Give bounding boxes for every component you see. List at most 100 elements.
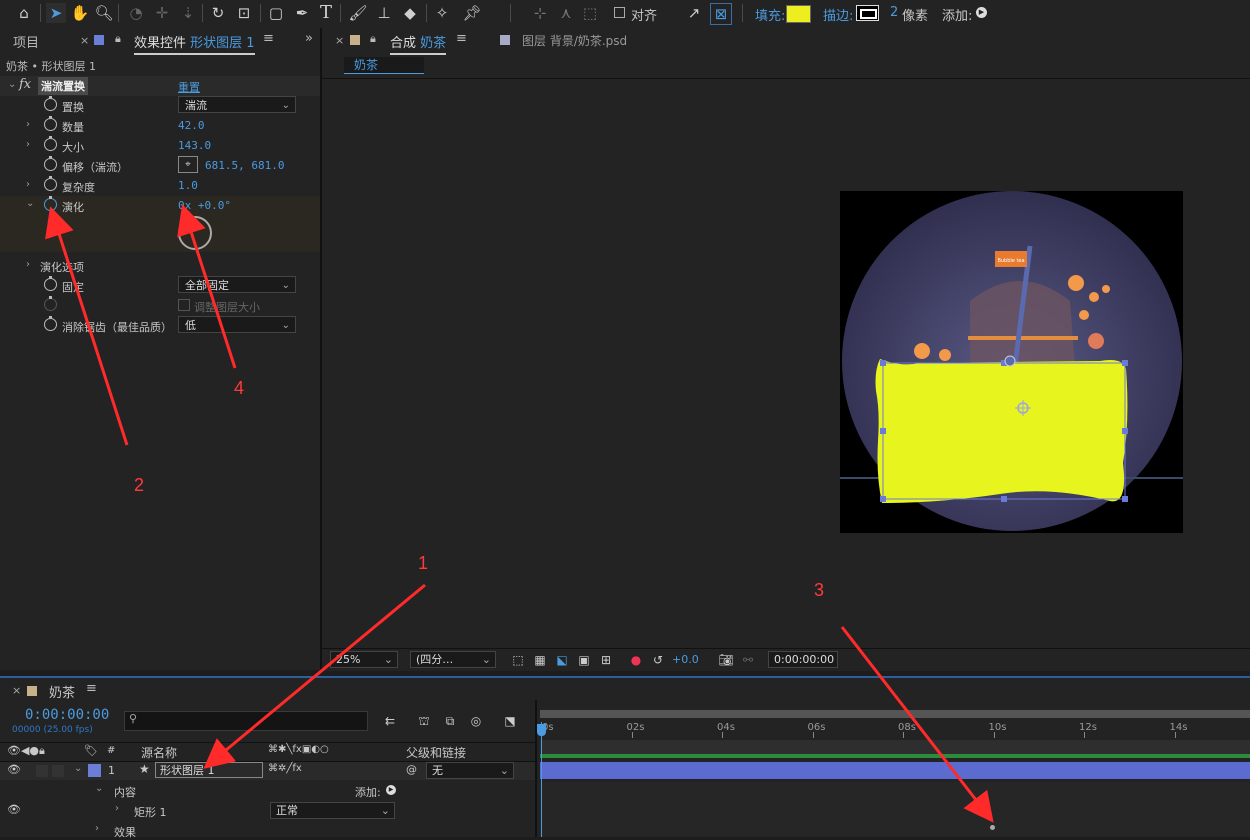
contents-row[interactable]: ⌄ 内容 添加: ▶ bbox=[0, 782, 535, 800]
dolly-camera-icon[interactable]: ⇣ bbox=[178, 3, 198, 23]
tab-effect-controls[interactable]: 效果控件 形状图层 1 bbox=[134, 32, 255, 55]
fast-previews-icon[interactable]: ⬚ bbox=[510, 653, 526, 667]
parent-dropdown[interactable]: 无 ⌄ bbox=[426, 762, 514, 779]
expand-chevron-icon[interactable]: ⌄ bbox=[74, 763, 82, 774]
layer-name[interactable]: 形状图层 1 bbox=[155, 762, 263, 778]
mask-visibility-icon[interactable]: ⬕ bbox=[554, 653, 570, 667]
snapshot-camera-icon[interactable]: 📷︎ bbox=[718, 653, 734, 667]
axis-view-icon[interactable]: ⬚ bbox=[580, 3, 600, 23]
expand-panels-icon[interactable]: » bbox=[305, 31, 313, 46]
align-checkbox[interactable] bbox=[614, 7, 625, 18]
fill-color-swatch[interactable] bbox=[786, 5, 811, 23]
transparency-grid-icon[interactable]: ▦ bbox=[532, 653, 548, 667]
layer-color-label[interactable] bbox=[88, 764, 101, 777]
snap-target-icon[interactable]: ⊠ bbox=[710, 3, 732, 25]
resolution-dropdown[interactable]: (四分… ⌄ bbox=[410, 651, 496, 668]
expand-chevron-icon[interactable]: › bbox=[26, 119, 30, 130]
stroke-color-swatch[interactable] bbox=[856, 5, 879, 21]
playhead-handle[interactable] bbox=[537, 724, 546, 736]
add-menu-play-icon[interactable]: ▶ bbox=[976, 7, 987, 18]
stopwatch-icon[interactable] bbox=[44, 156, 57, 171]
hand-tool-icon[interactable]: ✋ bbox=[70, 3, 90, 23]
close-tab-icon[interactable]: × bbox=[335, 34, 344, 47]
lock-toggle[interactable] bbox=[52, 765, 64, 777]
expand-chevron-icon[interactable]: ⌄ bbox=[95, 783, 103, 794]
axis-local-icon[interactable]: ⊹ bbox=[530, 3, 550, 23]
displace-dropdown[interactable]: 湍流 ⌄ bbox=[178, 96, 296, 113]
expand-chevron-icon[interactable]: › bbox=[95, 823, 99, 834]
blend-mode-dropdown[interactable]: 正常 ⌄ bbox=[270, 802, 395, 819]
expand-chevron-icon[interactable]: › bbox=[115, 803, 119, 814]
guides-icon[interactable]: ⊞ bbox=[598, 653, 614, 667]
collapse-chevron-icon[interactable]: ⌄ bbox=[8, 79, 16, 90]
stopwatch-icon[interactable] bbox=[44, 96, 57, 111]
stopwatch-icon[interactable] bbox=[44, 136, 57, 151]
crosshair-target-icon[interactable]: ⌖ bbox=[178, 156, 198, 173]
layer-duration-bar[interactable] bbox=[540, 762, 1250, 779]
brush-tool-icon[interactable]: 🖌︎ bbox=[348, 3, 368, 23]
puppet-pin-tool-icon[interactable]: 📌︎ bbox=[462, 3, 482, 23]
av-features-icons[interactable]: 👁︎◀●🔒︎ bbox=[7, 744, 45, 758]
pan-camera-icon[interactable]: ✛ bbox=[152, 3, 172, 23]
effect-name[interactable]: 湍流置换 bbox=[38, 77, 88, 95]
time-ruler[interactable]: 0s 02s 04s 06s 08s 10s 12s 14s bbox=[0, 678, 1250, 738]
lock-icon[interactable]: 🔒︎ bbox=[115, 32, 121, 46]
offset-value[interactable]: 681.5, 681.0 bbox=[205, 159, 284, 172]
effects-row[interactable]: › 效果 bbox=[0, 822, 535, 840]
close-tab-icon[interactable]: × bbox=[80, 34, 89, 47]
layer-row[interactable]: 👁︎ ⌄ 1 ★ 形状图层 1 ⌘✲╱fx @ 无 ⌄ bbox=[0, 762, 535, 780]
eye-icon[interactable]: 👁︎ bbox=[7, 763, 21, 776]
selection-tool-icon[interactable]: ➤ bbox=[46, 3, 66, 23]
zoom-dropdown[interactable]: 25% ⌄ bbox=[330, 651, 398, 668]
color-channels-icon[interactable]: ● bbox=[628, 653, 644, 667]
axis-world-icon[interactable]: ⋏ bbox=[556, 3, 576, 23]
size-value[interactable]: 143.0 bbox=[178, 139, 211, 152]
lock-icon[interactable]: 🔒︎ bbox=[370, 32, 376, 46]
amount-value[interactable]: 42.0 bbox=[178, 119, 205, 132]
tab-layer[interactable]: 图层 背景/奶茶.psd bbox=[522, 32, 627, 49]
antialias-dropdown[interactable]: 低 ⌄ bbox=[178, 316, 296, 333]
panel-menu-icon[interactable]: ≡ bbox=[456, 31, 467, 46]
tab-composition[interactable]: 合成 奶茶 bbox=[390, 32, 447, 55]
collapse-chevron-icon[interactable]: ⌄ bbox=[26, 198, 34, 209]
angle-dial[interactable] bbox=[178, 216, 212, 250]
reset-exposure-icon[interactable]: ↺ bbox=[650, 653, 666, 667]
stopwatch-icon[interactable] bbox=[44, 116, 57, 131]
tab-project[interactable]: 项目 bbox=[13, 32, 39, 51]
fx-icon[interactable]: fx bbox=[19, 77, 31, 92]
fill-label[interactable]: 填充: bbox=[755, 5, 785, 24]
eraser-tool-icon[interactable]: ◆ bbox=[400, 3, 420, 23]
composition-viewer[interactable]: Bubble tea bbox=[840, 191, 1183, 533]
type-tool-icon[interactable]: T bbox=[316, 3, 336, 23]
expand-chevron-icon[interactable]: › bbox=[26, 139, 30, 150]
rectangle-row[interactable]: 👁︎ › 矩形 1 正常 ⌄ bbox=[0, 802, 535, 820]
exposure-value[interactable]: +0.0 bbox=[672, 653, 699, 666]
viewer-timecode[interactable]: 0:00:00:00 bbox=[768, 651, 838, 668]
region-of-interest-icon[interactable]: ▣ bbox=[576, 653, 592, 667]
stopwatch-icon[interactable] bbox=[44, 176, 57, 191]
pinning-dropdown[interactable]: 全部固定 ⌄ bbox=[178, 276, 296, 293]
stopwatch-icon[interactable] bbox=[44, 316, 57, 331]
show-snapshot-icon[interactable]: ⚯ bbox=[740, 653, 756, 667]
expand-chevron-icon[interactable]: › bbox=[26, 259, 30, 270]
col-source-name[interactable]: 源名称 bbox=[141, 744, 177, 761]
stopwatch-icon[interactable] bbox=[44, 276, 57, 291]
layer-switches[interactable]: ⌘✲╱fx bbox=[268, 763, 302, 774]
orbit-camera-icon[interactable]: ◔ bbox=[126, 3, 146, 23]
prop-label[interactable]: 演化选项 bbox=[40, 259, 84, 275]
expand-chevron-icon[interactable]: › bbox=[26, 179, 30, 190]
stroke-width-value[interactable]: 2 bbox=[890, 5, 898, 20]
evolution-value[interactable]: 0x +0.0° bbox=[178, 199, 231, 212]
stopwatch-icon-active[interactable] bbox=[44, 196, 57, 211]
roto-brush-tool-icon[interactable]: ✧ bbox=[432, 3, 452, 23]
stroke-label[interactable]: 描边: bbox=[823, 5, 853, 24]
anchor-point-tool-icon[interactable]: ⊡ bbox=[234, 3, 254, 23]
add-menu-icon[interactable]: ▶ bbox=[386, 785, 396, 795]
comp-breadcrumb-chip[interactable]: 奶茶 bbox=[344, 57, 424, 74]
label-tag-icon[interactable]: 🏷︎ bbox=[84, 744, 98, 757]
zoom-tool-icon[interactable]: 🔍︎ bbox=[94, 3, 114, 23]
home-icon[interactable]: ⌂ bbox=[14, 3, 34, 23]
pickwhip-icon[interactable]: @ bbox=[406, 763, 417, 776]
clone-stamp-tool-icon[interactable]: ⊥ bbox=[374, 3, 394, 23]
panel-menu-icon[interactable]: ≡ bbox=[263, 31, 274, 46]
